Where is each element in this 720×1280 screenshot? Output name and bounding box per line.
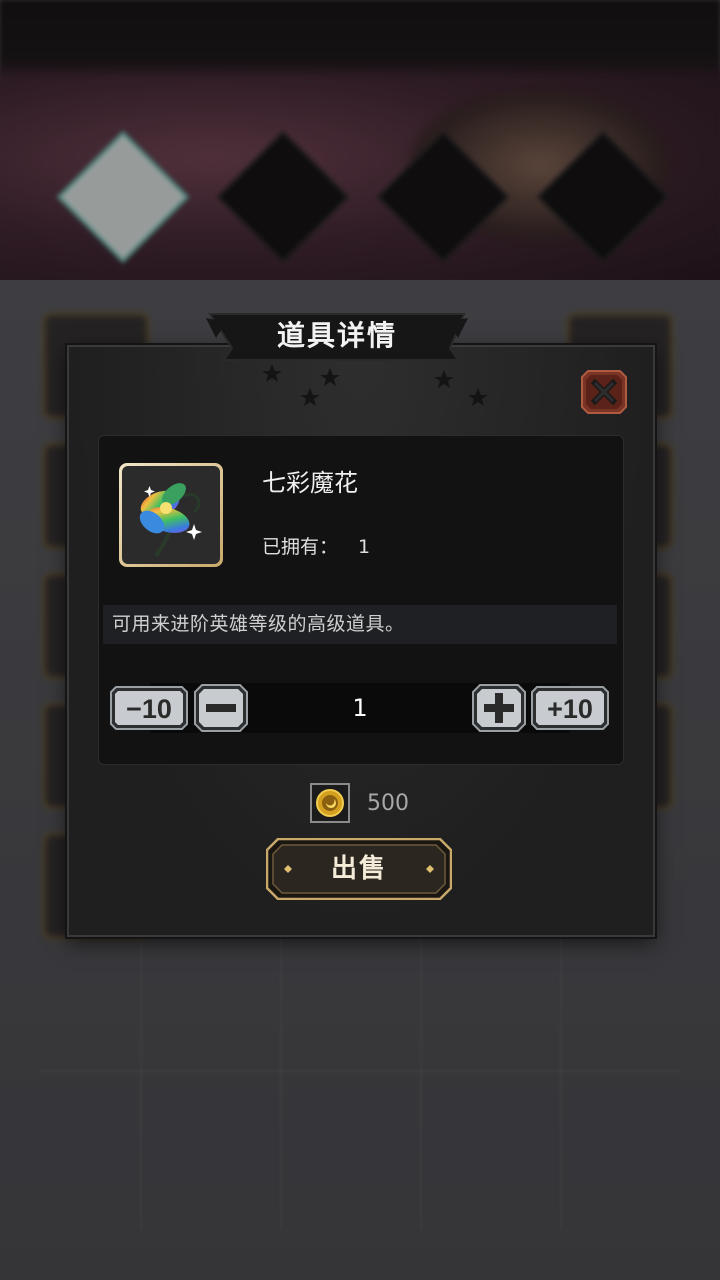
item-icon-frame <box>119 463 223 567</box>
gold-coin-icon <box>310 783 350 823</box>
plus-ten-label: +10 <box>547 694 593 724</box>
minus-button[interactable] <box>194 684 248 732</box>
quantity-value[interactable]: 1 <box>310 690 410 726</box>
item-name: 七彩魔花 <box>262 469 358 497</box>
sell-button-label[interactable]: 出售 <box>266 838 452 900</box>
plus-ten-button[interactable]: +10 <box>531 686 609 730</box>
owned-label: 已拥有： <box>262 536 339 558</box>
rainbow-flower-icon <box>139 483 202 558</box>
sell-price: 500 <box>367 791 409 816</box>
minus-ten-button[interactable]: −10 <box>110 686 188 730</box>
item-description: 可用来进阶英雄等级的高级道具。 <box>112 613 405 635</box>
minus-ten-label: −10 <box>126 694 172 724</box>
minus-icon <box>206 704 236 712</box>
plus-button[interactable] <box>472 684 526 732</box>
close-icon[interactable] <box>580 369 628 415</box>
owned-count: 1 <box>358 536 371 558</box>
dialog-title: 道具详情 <box>276 319 397 352</box>
star-decoration <box>262 360 488 406</box>
